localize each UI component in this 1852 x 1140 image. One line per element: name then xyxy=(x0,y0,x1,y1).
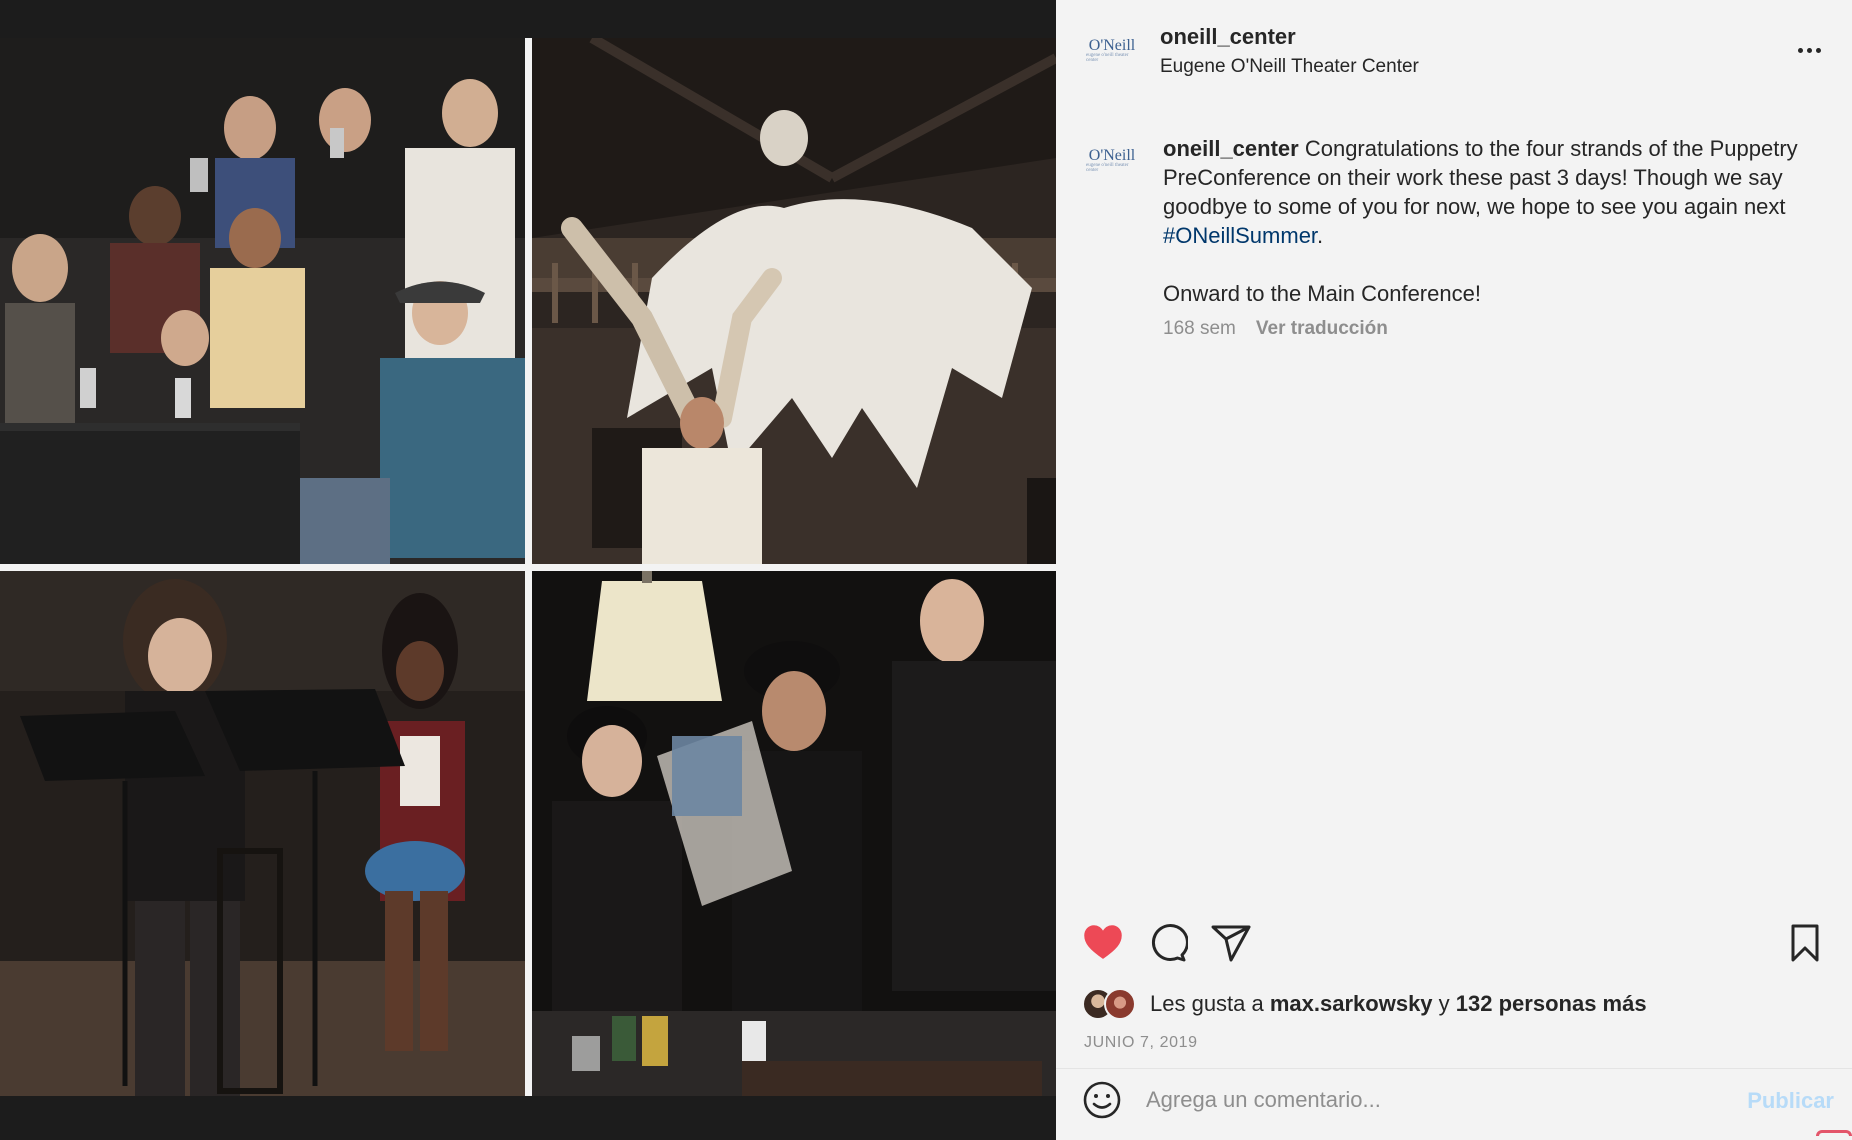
smiley-icon xyxy=(1083,1081,1121,1119)
like-button[interactable] xyxy=(1082,922,1124,964)
header-subtitle[interactable]: Eugene O'Neill Theater Center xyxy=(1160,56,1419,78)
see-translation-link[interactable]: Ver traducción xyxy=(1256,318,1388,340)
more-dot-icon xyxy=(1815,47,1821,53)
post-time-ago[interactable]: 168 sem xyxy=(1163,318,1236,340)
likes-prefix: Les gusta a xyxy=(1150,991,1264,1016)
comment-input[interactable] xyxy=(1146,1082,1706,1118)
paper-plane-icon xyxy=(1211,925,1251,962)
more-options-button[interactable] xyxy=(1792,38,1826,62)
add-comment-row: Publicar xyxy=(1056,1080,1852,1136)
likes-user-link[interactable]: max.sarkowsky xyxy=(1270,991,1433,1017)
photo-puppeteers-table xyxy=(0,38,525,564)
post-sidebar: O'Neill eugene o'neill theater center on… xyxy=(1056,0,1852,1140)
caption-second-paragraph: Onward to the Main Conference! xyxy=(1163,281,1481,306)
caption-username[interactable]: oneill_center xyxy=(1163,136,1299,161)
divider xyxy=(1056,1068,1852,1069)
caption-text-end: . xyxy=(1317,223,1324,248)
photo-performers-jar xyxy=(532,571,1056,1096)
post-date[interactable]: JUNIO 7, 2019 xyxy=(1084,1034,1198,1052)
likes-summary: Les gusta a max.sarkowsky y 132 personas… xyxy=(1082,986,1647,1022)
caption-avatar[interactable]: O'Neill eugene o'neill theater center xyxy=(1086,134,1138,186)
account-avatar[interactable]: O'Neill eugene o'neill theater center xyxy=(1086,24,1138,76)
caption-meta: 168 sem Ver traducción xyxy=(1163,318,1388,340)
caption-paragraph: oneill_center Congratulations to the fou… xyxy=(1163,134,1823,250)
comment-button[interactable] xyxy=(1146,922,1188,964)
post-media[interactable] xyxy=(0,0,1056,1140)
comment-icon xyxy=(1151,924,1188,962)
avatar-logo-text: O'Neill xyxy=(1088,146,1136,164)
likes-count-link[interactable]: 132 personas más xyxy=(1456,991,1647,1017)
avatar-logo-subtext: eugene o'neill theater center xyxy=(1086,52,1129,63)
avatar-logo-text: O'Neill xyxy=(1088,36,1136,54)
share-button[interactable] xyxy=(1210,922,1252,964)
emoji-button[interactable] xyxy=(1082,1080,1122,1120)
bookmark-icon xyxy=(1791,924,1819,962)
caption-hashtag[interactable]: #ONeillSummer xyxy=(1163,223,1317,248)
photo-collage xyxy=(0,38,1056,1096)
more-dot-icon xyxy=(1806,47,1812,53)
more-dot-icon xyxy=(1797,47,1803,53)
liker-avatar xyxy=(1104,988,1136,1020)
avatar-logo-subtext: eugene o'neill theater center xyxy=(1086,162,1129,173)
clipped-icon xyxy=(1816,1130,1852,1136)
liker-avatars[interactable] xyxy=(1082,987,1142,1021)
publish-button[interactable]: Publicar xyxy=(1747,1088,1834,1114)
photo-giant-puppet xyxy=(532,38,1056,564)
post-actions xyxy=(1082,922,1826,964)
save-button[interactable] xyxy=(1784,922,1826,964)
likes-connector: y xyxy=(1438,991,1450,1016)
photo-reading-stands xyxy=(0,571,525,1096)
post-caption: oneill_center Congratulations to the fou… xyxy=(1163,134,1823,308)
heart-icon xyxy=(1084,925,1122,959)
header-username[interactable]: oneill_center xyxy=(1160,24,1296,50)
